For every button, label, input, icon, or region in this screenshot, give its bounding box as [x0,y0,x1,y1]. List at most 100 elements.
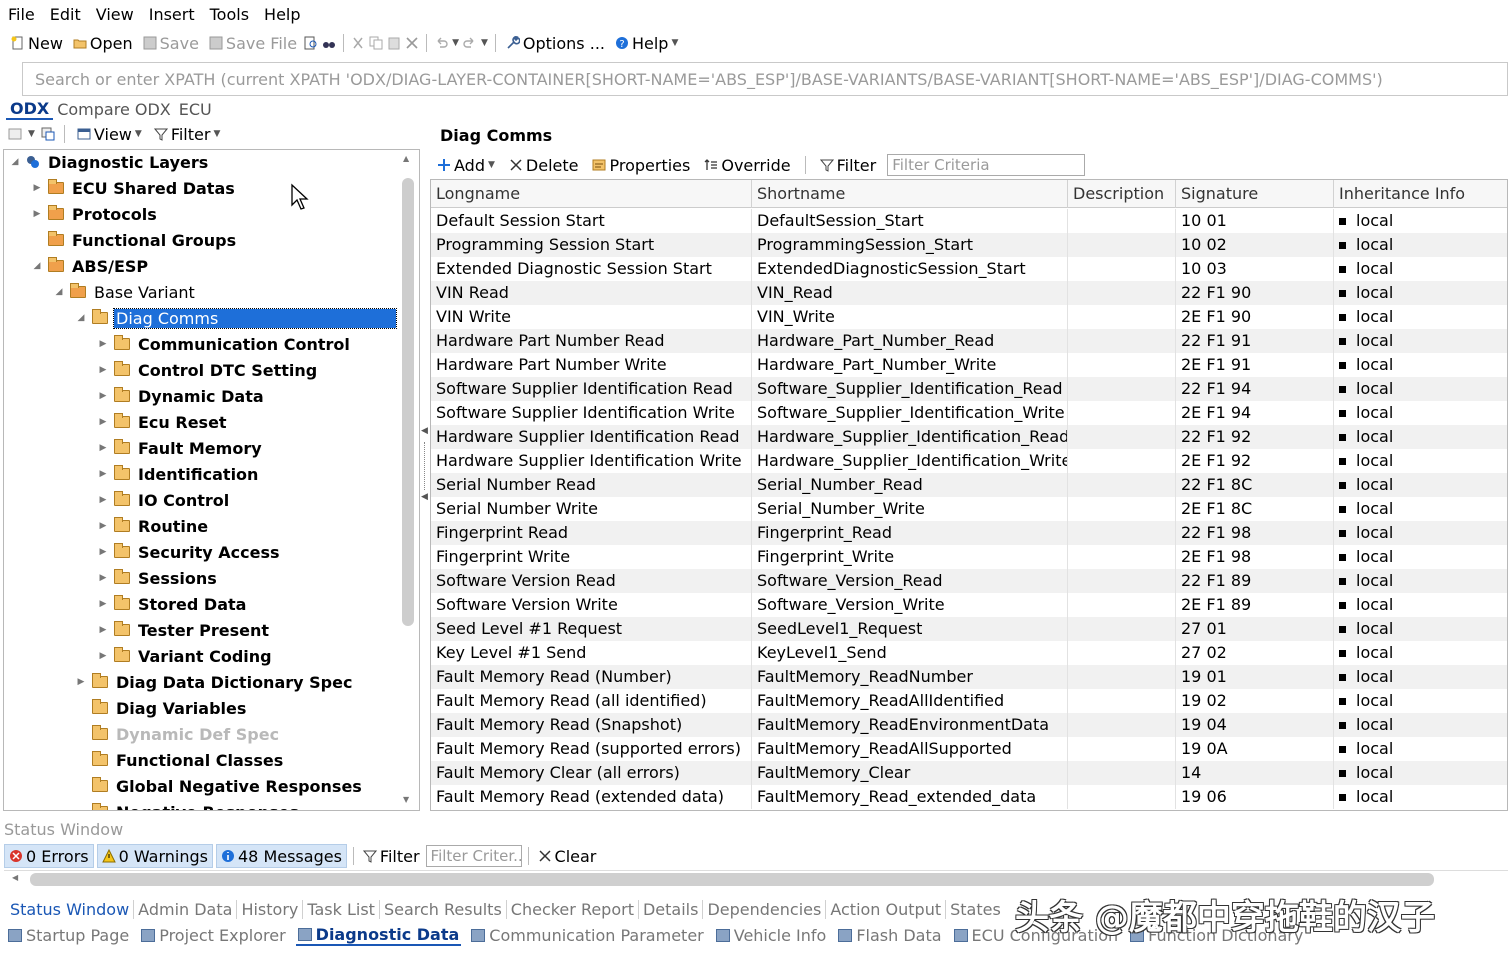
tab-ecu[interactable]: ECU [175,100,216,119]
table-row[interactable]: Extended Diagnostic Session Start Extende… [431,257,1507,281]
tab-communication-parameter[interactable]: Communication Parameter [469,926,705,945]
help-button[interactable]: ? Help ▼ [612,34,681,53]
table-row[interactable]: Serial Number Write Serial_Number_Write 2E… [431,497,1507,521]
splitter-left-arrow-icon[interactable]: ◀ [421,492,428,502]
tab-task-list[interactable]: Task List [303,899,380,919]
table-row[interactable]: Seed Level #1 Request SeedLevel1_Request 2… [431,617,1507,641]
clear-button[interactable]: Clear [535,847,600,866]
tab-compare-odx[interactable]: Compare ODX [53,100,175,119]
save-button[interactable]: Save [140,34,202,53]
cut-icon[interactable] [351,36,365,50]
collapsed-arrow-icon[interactable]: ▶ [96,443,110,453]
tree-scroll-thumb[interactable] [402,178,414,626]
table-row[interactable]: Default Session Start DefaultSession_Star… [431,209,1507,233]
menu-file[interactable]: File [8,5,35,24]
table-row[interactable]: Fault Memory Read (extended data) FaultMe… [431,785,1507,809]
tree-node-abs-esp[interactable]: ◢ ABS/ESP [30,254,150,278]
column-header-longname[interactable]: Longname [431,180,752,208]
errors-toggle[interactable]: 0 Errors [4,844,94,868]
tab-search-results[interactable]: Search Results [380,899,507,919]
table-row[interactable]: Fault Memory Read (all identified) FaultM… [431,689,1507,713]
scroll-down-icon[interactable]: ▼ [403,795,409,804]
table-row[interactable]: VIN Read VIN_Read 22 F1 90 local [431,281,1507,305]
tab-dependencies[interactable]: Dependencies [703,899,827,919]
tab-admin-data[interactable]: Admin Data [134,899,238,919]
column-header-shortname[interactable]: Shortname [752,180,1068,208]
tab-action-output[interactable]: Action Output [826,899,947,919]
status-filter-button[interactable]: Filter [360,847,423,866]
table-row[interactable]: Fault Memory Read (Number) FaultMemory_Re… [431,665,1507,689]
table-row[interactable]: Fault Memory Clear (all errors) FaultMemo… [431,761,1507,785]
tab-flash-data[interactable]: Flash Data [836,926,943,945]
tree-node-routine[interactable]: ▶ Routine [96,514,210,538]
collapsed-arrow-icon[interactable]: ▶ [30,209,44,219]
tree-node-dynamic-def-spec[interactable]: Dynamic Def Spec [74,722,281,746]
collapsed-arrow-icon[interactable]: ▶ [96,521,110,531]
menu-tools[interactable]: Tools [210,5,249,24]
undo-icon[interactable] [434,36,448,50]
collapsed-arrow-icon[interactable]: ▶ [96,495,110,505]
collapsed-arrow-icon[interactable]: ▶ [96,651,110,661]
column-header-inheritance-info[interactable]: Inheritance Info [1334,180,1507,208]
table-row[interactable]: Fault Memory Read (Snapshot) FaultMemory_… [431,713,1507,737]
menu-help[interactable]: Help [264,5,300,24]
expanded-arrow-icon[interactable]: ◢ [52,287,66,297]
options-button[interactable]: Options ... [503,34,608,53]
panel-splitter[interactable]: ◀ ◀ [421,420,429,510]
grid-filter-button[interactable]: Filter [817,156,880,175]
tree-node-security-access[interactable]: ▶ Security Access [96,540,282,564]
new-button[interactable]: New [8,34,66,53]
tree-node-sessions[interactable]: ▶ Sessions [96,566,219,590]
tree-node-functional-classes[interactable]: Functional Classes [74,748,285,772]
tab-details[interactable]: Details [639,899,704,919]
tree-node-fault-memory[interactable]: ▶ Fault Memory [96,436,264,460]
tab-diagnostic-data[interactable]: Diagnostic Data [295,925,462,946]
tab-startup-page[interactable]: Startup Page [6,926,131,945]
messages-toggle[interactable]: 48 Messages [216,844,347,868]
tree-node-functional-groups[interactable]: Functional Groups [30,228,238,252]
delete-icon[interactable] [405,36,419,50]
tree-node-stored-data[interactable]: ▶ Stored Data [96,592,248,616]
tree-node-base-variant[interactable]: ◢ Base Variant [52,280,197,304]
tree-node-ecu-reset[interactable]: ▶ Ecu Reset [96,410,229,434]
filter-criteria-input[interactable]: Filter Criteria [887,154,1086,176]
table-row[interactable]: Hardware Supplier Identification Read Har… [431,425,1507,449]
scroll-up-icon[interactable]: ▲ [403,154,409,163]
tab-project-explorer[interactable]: Project Explorer [139,926,287,945]
status-scroll-thumb[interactable] [30,873,1434,886]
copy-icon[interactable] [369,36,383,50]
tree-node-dynamic-data[interactable]: ▶ Dynamic Data [96,384,266,408]
override-button[interactable]: Override [701,156,793,175]
table-row[interactable]: Fingerprint Write Fingerprint_Write 2E F1 … [431,545,1507,569]
status-filter-input[interactable]: Filter Criter... [425,845,522,867]
properties-button[interactable]: Properties [589,156,693,175]
table-row[interactable]: Fingerprint Read Fingerprint_Read 22 F1 98… [431,521,1507,545]
table-row[interactable]: Software Supplier Identification Write So… [431,401,1507,425]
table-row[interactable]: Software Supplier Identification Read Sof… [431,377,1507,401]
collapsed-arrow-icon[interactable]: ▶ [96,365,110,375]
paste-icon[interactable] [387,36,401,50]
sync-icon[interactable] [41,127,55,141]
find-icon[interactable] [304,36,318,50]
collapsed-arrow-icon[interactable]: ▶ [96,469,110,479]
collapsed-arrow-icon[interactable]: ▶ [96,339,110,349]
collapsed-arrow-icon[interactable]: ▶ [96,547,110,557]
splitter-left-arrow-icon[interactable]: ◀ [421,426,428,436]
scroll-left-icon[interactable]: ◀ [12,873,18,882]
table-row[interactable]: VIN Write VIN_Write 2E F1 90 local [431,305,1507,329]
table-row[interactable]: Hardware Supplier Identification Write Ha… [431,449,1507,473]
tree-node-global-negative-responses[interactable]: Global Negative Responses [74,774,364,798]
expanded-arrow-icon[interactable]: ◢ [74,313,88,323]
tree-node-tester-present[interactable]: ▶ Tester Present [96,618,271,642]
tree-node-diagnostic-layers[interactable]: ◢ Diagnostic Layers [8,150,210,174]
open-button[interactable]: Open [70,34,136,53]
expanded-arrow-icon[interactable]: ◢ [30,261,44,271]
collapsed-arrow-icon[interactable]: ▶ [74,677,88,687]
collapsed-arrow-icon[interactable]: ▶ [96,391,110,401]
add-button[interactable]: Add ▼ [434,156,498,175]
menu-view[interactable]: View [96,5,134,24]
redo-dropdown-icon[interactable]: ▼ [481,38,488,48]
table-row[interactable]: Hardware Part Number Write Hardware_Part_… [431,353,1507,377]
tree-node-ecu-shared-datas[interactable]: ▶ ECU Shared Datas [30,176,237,200]
tree-node-control-dtc-setting[interactable]: ▶ Control DTC Setting [96,358,319,382]
